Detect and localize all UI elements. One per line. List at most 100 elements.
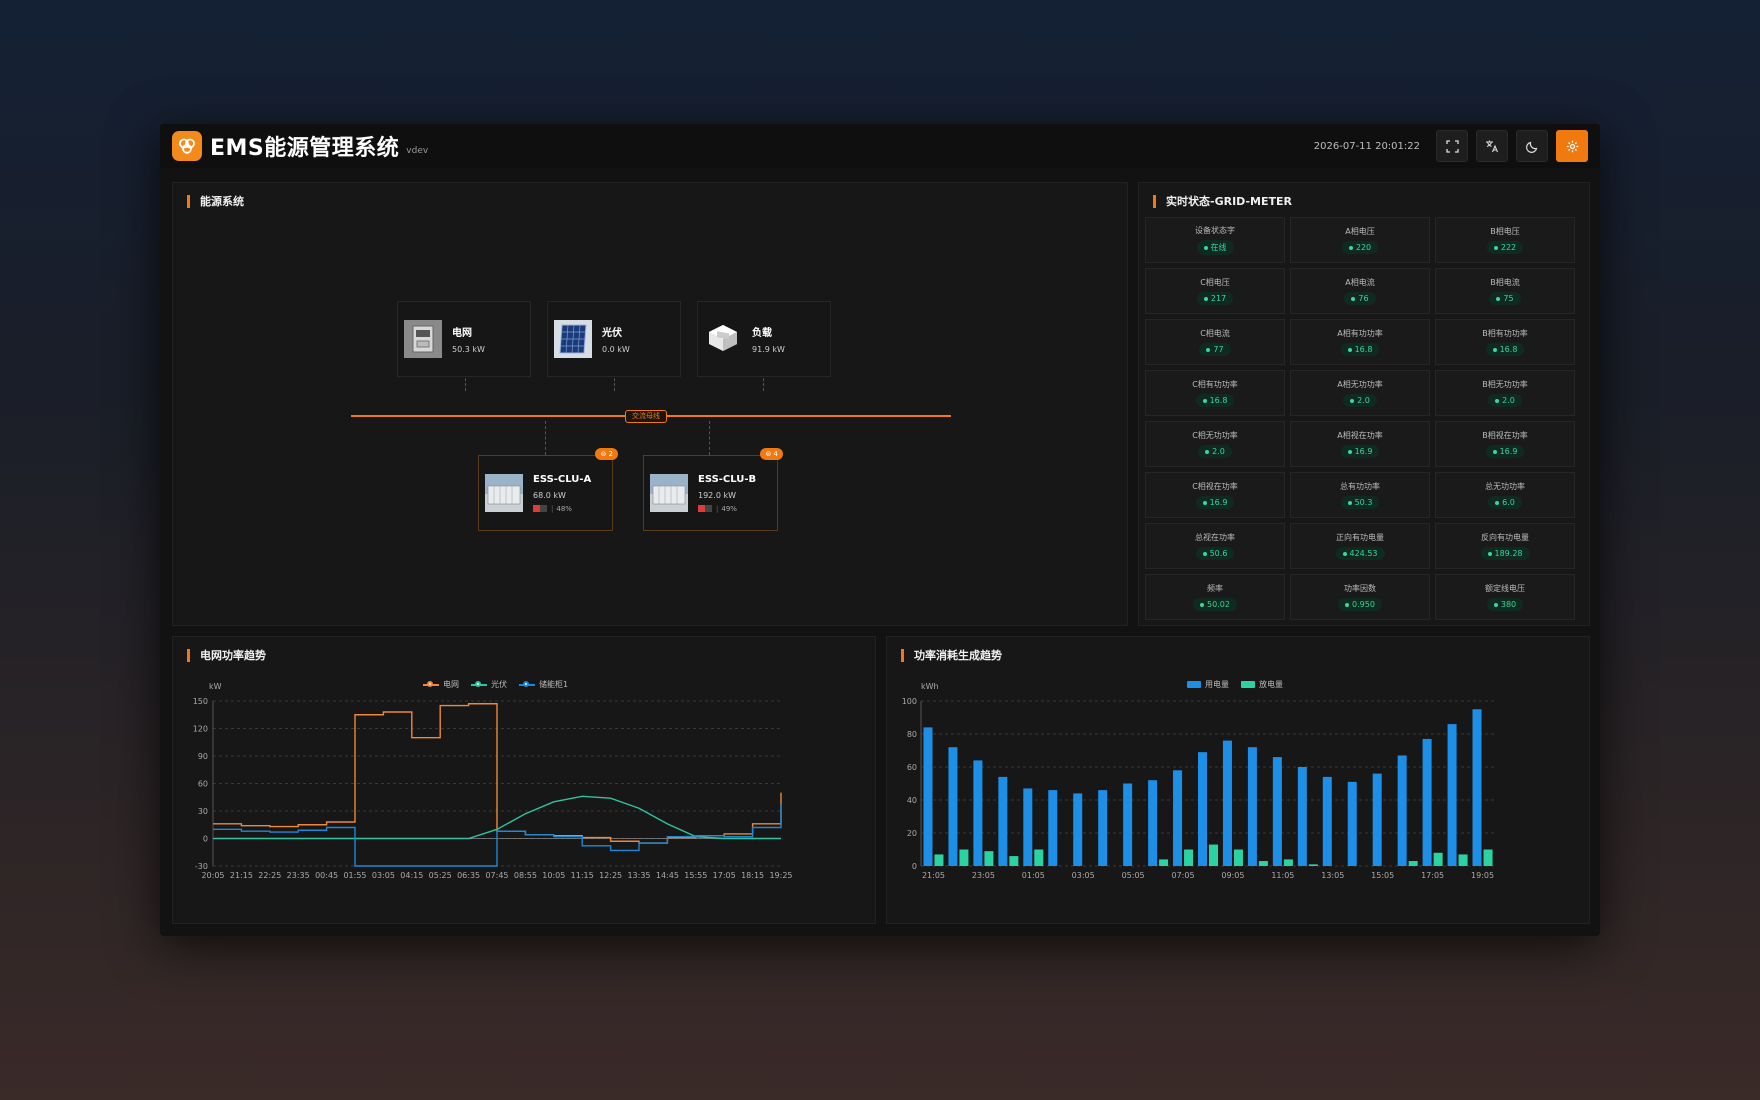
bar-discharge <box>1283 859 1293 866</box>
ess-node-a[interactable]: ESS-CLU-A 68.0 kW | 48% ⊜ 2 <box>478 448 618 531</box>
meter-cell: 总视在功率 50.6 <box>1145 523 1285 569</box>
meter-cell: B相有功功率 16.8 <box>1435 319 1575 365</box>
ess-b-value: 192.0 <box>698 490 721 500</box>
meter-cell: 总无功功率 6.0 <box>1435 472 1575 518</box>
ess-a-soc: | 48% <box>533 505 591 513</box>
x-tick-label: 23:05 <box>972 871 995 880</box>
y-tick-label: 90 <box>198 752 208 761</box>
bar-consume <box>1397 755 1407 866</box>
translate-button[interactable] <box>1476 130 1508 162</box>
ess-a-name: ESS-CLU-A <box>533 473 592 485</box>
y-tick-label: 20 <box>907 829 917 838</box>
y-tick-label: 120 <box>193 725 208 734</box>
meter-cell-label: 总有功功率 <box>1340 482 1380 491</box>
meter-status-title: 实时状态-GRID-METER <box>1153 195 1292 208</box>
meter-cell-label: 额定线电压 <box>1485 584 1525 593</box>
connector-line <box>709 421 710 455</box>
bar-consume <box>1023 788 1033 866</box>
meter-grid: 设备状态字 在线 A相电压 220 B相电压 222 C相电压 217 A相电流 76 B相电流 75… <box>1145 217 1577 620</box>
ess-a-value: 68.0 <box>533 490 551 500</box>
meter-cell-value: 75 <box>1489 292 1521 305</box>
solar-panel-icon <box>554 320 592 358</box>
meter-cell-label: 设备状态字 <box>1195 226 1235 235</box>
grid-node-value: 50.3 <box>452 345 470 354</box>
load-node-name: 负载 <box>752 328 772 339</box>
meter-cell-value: 220 <box>1341 241 1379 254</box>
meter-cell: 反向有功电量 189.28 <box>1435 523 1575 569</box>
ess-b-soc-fill <box>698 505 705 512</box>
ess-b-soc: | 49% <box>698 505 756 513</box>
ess-b-name: ESS-CLU-B <box>698 473 757 485</box>
bar-consume <box>923 727 933 866</box>
meter-cell-value: 380 <box>1486 598 1524 611</box>
bar-discharge <box>1258 861 1268 866</box>
meter-cell: C相电流 77 <box>1145 319 1285 365</box>
pv-node-unit: kW <box>617 345 630 354</box>
meter-cell: C相电压 217 <box>1145 268 1285 314</box>
ess-b-soc-text: 49% <box>721 504 737 513</box>
fullscreen-button[interactable] <box>1436 130 1468 162</box>
bar-discharge <box>1483 849 1493 866</box>
bar-consume <box>1173 770 1183 866</box>
bar-discharge <box>1209 844 1218 866</box>
x-tick-label: 14:45 <box>656 871 679 880</box>
y-axis-unit: kWh <box>921 682 939 691</box>
meter-cell: A相视在功率 16.9 <box>1290 421 1430 467</box>
meter-cell: B相视在功率 16.9 <box>1435 421 1575 467</box>
app-window: EMS能源管理系统 vdev 2026-07-11 20:01:22 能源系统 … <box>160 124 1600 936</box>
meter-cell: A相有功功率 16.8 <box>1290 319 1430 365</box>
meter-cell-label: C相无功功率 <box>1192 431 1238 440</box>
meter-cell: 功率因数 0.950 <box>1290 574 1430 620</box>
ess-a-soc-fill <box>533 505 540 512</box>
meter-cell-label: B相无功功率 <box>1482 380 1528 389</box>
settings-button[interactable] <box>1556 130 1588 162</box>
ess-node-b[interactable]: ESS-CLU-B 192.0 kW | 49% ⊜ 4 <box>643 448 783 531</box>
meter-cell: A相电压 220 <box>1290 217 1430 263</box>
meter-cell-label: A相电流 <box>1345 278 1375 287</box>
bar-consume <box>1098 790 1108 866</box>
meter-cell-value: 50.3 <box>1340 496 1380 509</box>
meter-cell: 额定线电压 380 <box>1435 574 1575 620</box>
bar-consume <box>1198 752 1207 866</box>
bar-consume <box>1447 724 1457 866</box>
grid-node-name: 电网 <box>452 328 472 339</box>
load-node[interactable]: 负载 91.9 kW <box>697 301 831 377</box>
pv-node[interactable]: 光伏 0.0 kW <box>547 301 681 377</box>
load-icon <box>704 320 742 358</box>
x-tick-label: 11:15 <box>571 871 594 880</box>
meter-cell-value: 在线 <box>1196 240 1234 255</box>
meter-cell: B相电压 222 <box>1435 217 1575 263</box>
meter-cell-label: B相电压 <box>1490 227 1520 236</box>
meter-cell: A相无功功率 2.0 <box>1290 370 1430 416</box>
grid-node[interactable]: 电网 50.3 kW <box>397 301 531 377</box>
meter-cell-value: 2.0 <box>1198 445 1232 458</box>
x-tick-label: 06:35 <box>457 871 480 880</box>
y-tick-label: 0 <box>912 862 917 871</box>
x-tick-label: 08:55 <box>514 871 537 880</box>
ess-a-soc-text: 48% <box>556 504 572 513</box>
x-tick-label: 03:05 <box>372 871 395 880</box>
x-tick-label: 07:05 <box>1172 871 1195 880</box>
meter-cell-label: 频率 <box>1207 584 1223 593</box>
meter-cell-label: B相有功功率 <box>1482 329 1528 338</box>
meter-cell-value: 50.6 <box>1195 547 1235 560</box>
meter-cell: 总有功功率 50.3 <box>1290 472 1430 518</box>
y-tick-label: 30 <box>198 807 208 816</box>
x-tick-label: 12:25 <box>599 871 622 880</box>
x-tick-label: 17:05 <box>1421 871 1444 880</box>
meter-cell-value: 50.02 <box>1193 598 1237 611</box>
meter-cell-label: C相电流 <box>1200 329 1230 338</box>
translate-icon <box>1486 140 1499 153</box>
meter-cell-value: 16.9 <box>1195 496 1235 509</box>
bar-consume <box>1472 709 1482 866</box>
meter-cell-label: 反向有功电量 <box>1481 533 1529 542</box>
ess-a-badge-count: 2 <box>608 450 613 458</box>
y-tick-label: 60 <box>198 780 208 789</box>
bar-consume <box>1148 780 1158 866</box>
x-tick-label: 00:45 <box>315 871 338 880</box>
bar-discharge <box>1433 852 1443 866</box>
meter-cell-value: 16.9 <box>1340 445 1380 458</box>
theme-toggle-button[interactable] <box>1516 130 1548 162</box>
ess-b-badge: ⊜ 4 <box>760 448 783 460</box>
meter-cell-value: 16.8 <box>1195 394 1235 407</box>
